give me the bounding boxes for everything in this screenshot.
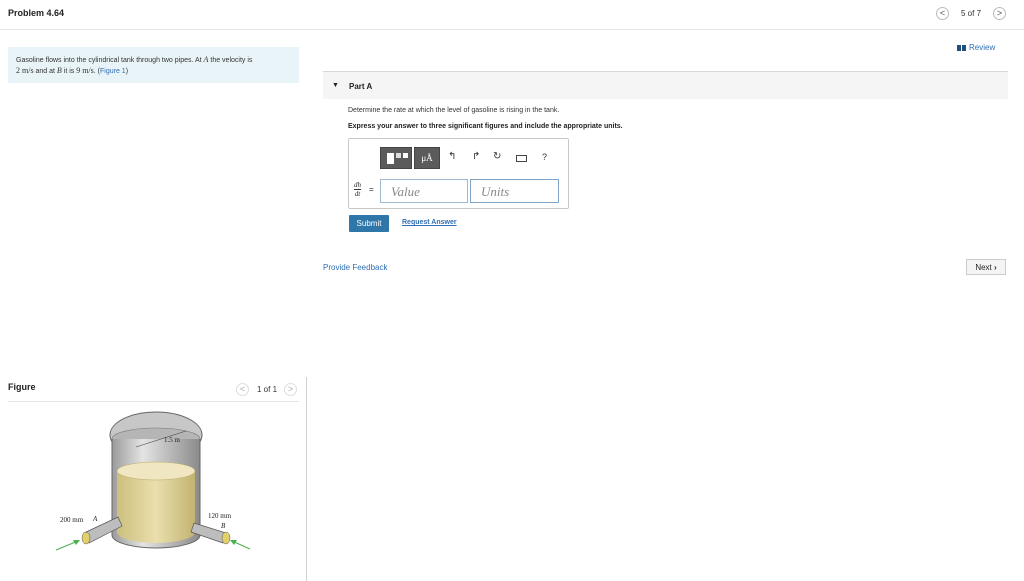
template-block-icon (396, 153, 401, 158)
template-block-icon (403, 153, 408, 158)
statement-text: and at (33, 68, 57, 75)
part-a-instruction: Express your answer to three significant… (348, 123, 623, 130)
review-link[interactable]: Review (957, 43, 995, 52)
diameter-label: 1.5 m (164, 436, 181, 444)
submit-button[interactable]: Submit (349, 215, 389, 232)
next-button[interactable]: Next › (966, 259, 1006, 275)
lhs-denominator: dt (354, 189, 361, 198)
pipe-a-point: A (92, 515, 98, 523)
part-a-question: Determine the rate at which the level of… (348, 107, 560, 114)
next-item-button[interactable]: > (993, 7, 1006, 20)
statement-text: it is (61, 68, 77, 75)
figure-prev-button[interactable]: < (236, 383, 249, 396)
velocity-b: 9 m/s (76, 66, 94, 75)
provide-feedback-link[interactable]: Provide Feedback (323, 263, 387, 272)
page-title: Problem 4.64 (8, 8, 65, 18)
figure-panel-divider (306, 377, 307, 581)
figure-title: Figure (8, 382, 36, 392)
review-icon (957, 44, 966, 51)
figure-link[interactable]: Figure 1 (100, 68, 126, 75)
figure-divider (8, 401, 299, 402)
pipe-b-label: 120 mm (208, 512, 232, 520)
pipe-a-opening (81, 531, 91, 545)
statement-text: ) (125, 68, 129, 75)
figure-pager: 1 of 1 (257, 385, 278, 394)
lhs-numerator: dh (354, 181, 361, 189)
chevron-right-icon: › (994, 262, 997, 272)
undo-icon[interactable]: ↰ (448, 151, 456, 162)
next-label: Next (975, 262, 992, 272)
statement-text: the velocity is (208, 57, 253, 64)
previous-item-button[interactable]: < (936, 7, 949, 20)
value-input[interactable]: Value (380, 179, 468, 203)
units-input[interactable]: Units (470, 179, 559, 203)
request-answer-link[interactable]: Request Answer (402, 219, 457, 226)
pipe-a-label: 200 mm (60, 516, 84, 524)
units-button[interactable]: μÅ (414, 147, 440, 169)
pipe-b-opening (221, 531, 231, 545)
gasoline-surface (116, 461, 196, 481)
equals-sign: = (369, 185, 374, 194)
help-icon[interactable]: ? (542, 152, 547, 162)
templates-button[interactable] (380, 147, 412, 169)
part-a-header[interactable] (323, 72, 1008, 99)
item-pager: 5 of 7 (961, 9, 982, 18)
template-block-icon (387, 153, 394, 164)
pipe-b-point: B (221, 522, 226, 530)
problem-statement: Gasoline flows into the cylindrical tank… (8, 47, 299, 83)
figure-next-button[interactable]: > (284, 383, 297, 396)
statement-text: Gasoline flows into the cylindrical tank… (16, 57, 204, 64)
keyboard-icon[interactable] (516, 155, 527, 162)
redo-icon[interactable]: ↱ (472, 151, 480, 162)
header-divider (0, 29, 1024, 30)
caret-down-icon[interactable]: ▼ (332, 82, 339, 89)
answer-variable: dh dt (354, 181, 361, 198)
reset-icon[interactable]: ↻ (493, 151, 501, 162)
math-toolbar: μÅ ↰ ↱ ↻ ? (380, 147, 560, 169)
velocity-a: 2 m/s (16, 66, 34, 75)
tank-figure: 1.5 m 200 mm A 120 mm B (55, 411, 251, 551)
review-label: Review (969, 43, 996, 52)
gasoline-level (117, 471, 195, 543)
part-a-label: Part A (349, 82, 373, 91)
